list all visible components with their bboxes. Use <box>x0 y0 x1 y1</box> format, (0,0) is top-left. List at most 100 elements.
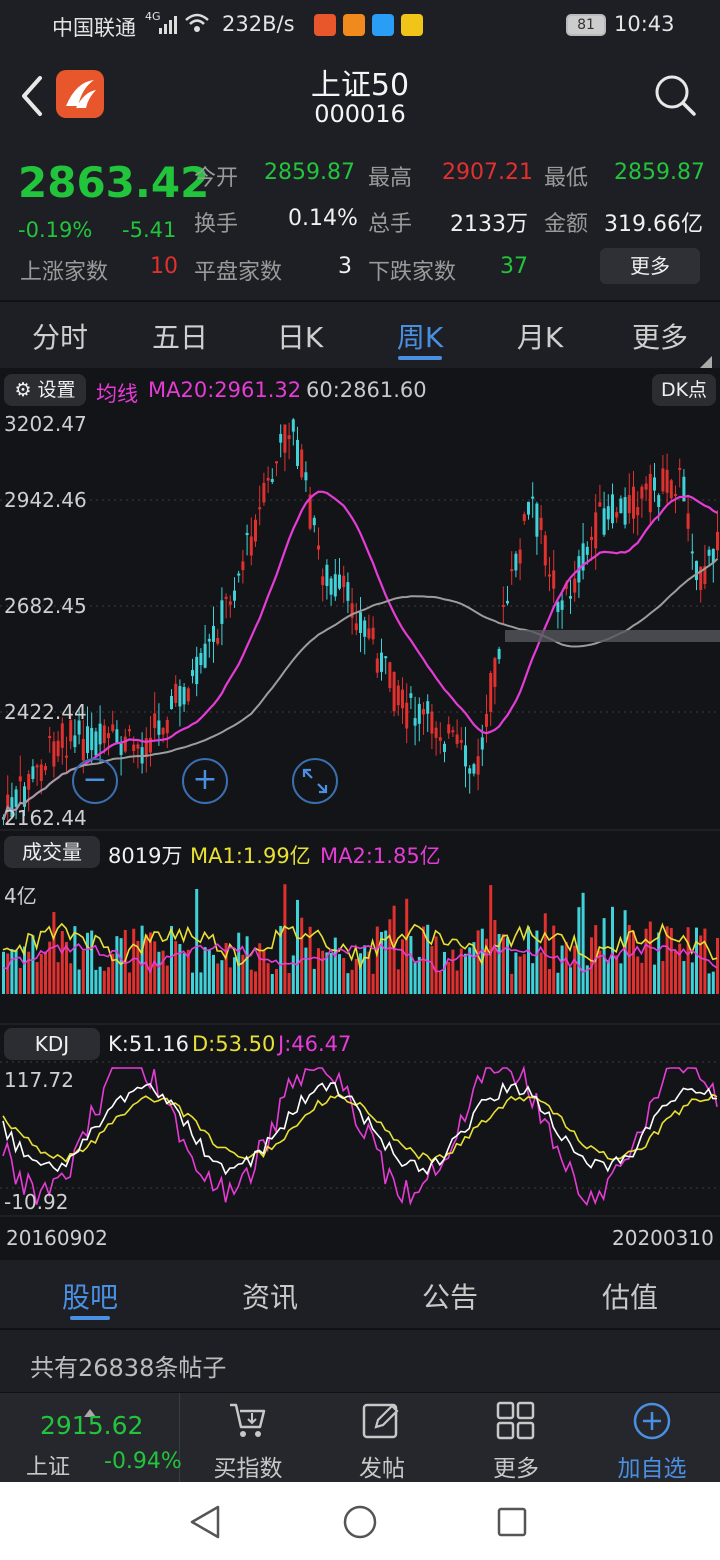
tab-weekly-k[interactable]: 周K <box>360 316 480 356</box>
candle-body <box>380 652 383 672</box>
candle-body <box>170 696 173 710</box>
candle-body <box>388 662 392 689</box>
search-icon[interactable] <box>652 72 698 118</box>
start-date: 20160902 <box>6 1226 108 1250</box>
candle-body <box>493 658 497 687</box>
volume-bar <box>107 967 110 994</box>
buy-index-button[interactable]: 买指数 <box>180 1393 316 1483</box>
candle-body <box>434 727 438 738</box>
index-name: 上证 <box>26 1455 71 1480</box>
post-button[interactable]: 发帖 <box>316 1393 448 1483</box>
volume-bar <box>640 962 644 994</box>
up-count: 10 <box>150 254 178 279</box>
volume-bar <box>426 924 430 994</box>
candle-body <box>455 734 459 744</box>
volume-bar <box>312 968 316 994</box>
posts-count-row[interactable]: 共有26838条帖子 <box>0 1330 720 1392</box>
candle-body <box>107 733 110 739</box>
tab-news[interactable]: 资讯 <box>210 1276 330 1316</box>
settings-button[interactable]: ⚙ 设置 <box>4 374 86 406</box>
candle-body <box>287 435 291 440</box>
y-axis-label: 2422.44 <box>4 700 87 724</box>
index-ticker[interactable]: 2915.62 上证 -0.94% <box>0 1393 182 1483</box>
volume-bar <box>27 951 31 994</box>
tab-monthly-k[interactable]: 月K <box>480 316 600 356</box>
candle-body <box>661 468 665 492</box>
buy-index-label: 买指数 <box>213 1456 283 1482</box>
tab-daily-k[interactable]: 日K <box>240 316 360 356</box>
volume-bar <box>690 962 694 994</box>
candle-body <box>686 513 690 529</box>
candle-body <box>585 546 589 555</box>
fullscreen-button[interactable] <box>292 758 338 804</box>
candle-body <box>569 596 572 599</box>
more-button[interactable]: 更多 <box>448 1393 584 1483</box>
volume-bar <box>77 969 81 994</box>
volume-bar <box>363 945 367 994</box>
volume-bar <box>531 963 535 994</box>
end-date: 20200310 <box>612 1226 714 1250</box>
tab-five-day[interactable]: 五日 <box>120 316 240 356</box>
volume-bar <box>560 945 564 994</box>
candle-body <box>590 536 593 541</box>
candle-body <box>304 472 308 481</box>
zoom-in-button[interactable]: + <box>182 758 228 804</box>
volume-bar <box>182 953 186 994</box>
candle-body <box>430 711 434 734</box>
candle-body <box>111 724 115 731</box>
candle-body <box>157 720 161 735</box>
nav-home-icon[interactable] <box>342 1504 378 1540</box>
candle-body <box>199 652 203 665</box>
volume-bar <box>119 938 123 994</box>
volume-bar <box>81 950 85 994</box>
volume-bar <box>636 956 640 994</box>
candle-body <box>375 658 379 673</box>
open-label: 今开 <box>194 166 239 191</box>
candle-body <box>249 536 253 556</box>
candle-body <box>338 574 341 589</box>
candle-body <box>123 736 127 752</box>
volume-bar <box>518 956 522 994</box>
volume-bar <box>52 912 56 994</box>
volume-ma2: MA2:1.85亿 <box>320 844 441 868</box>
candle-body <box>665 469 669 493</box>
candle-body <box>644 483 648 490</box>
candle-body <box>195 656 199 685</box>
volume-bar <box>203 947 207 994</box>
volume-panel-button[interactable]: 成交量 <box>4 836 100 868</box>
volume-bar <box>476 930 480 994</box>
volume-bar <box>338 954 341 994</box>
index-value: 2915.62 <box>40 1411 144 1440</box>
candle-body <box>283 424 287 453</box>
grid-icon <box>496 1401 536 1441</box>
candle-body <box>464 745 467 767</box>
volume-bar <box>329 953 333 994</box>
volume-bar <box>506 937 509 994</box>
zoom-out-button[interactable]: − <box>72 758 118 804</box>
volume-bar <box>711 971 715 994</box>
tab-valuation[interactable]: 估值 <box>570 1276 690 1316</box>
add-watchlist-button[interactable]: 加自选 <box>584 1393 720 1483</box>
volume-bar <box>262 949 266 994</box>
tab-intraday[interactable]: 分时 <box>0 316 120 356</box>
candle-body <box>606 506 610 520</box>
more-quote-button[interactable]: 更多 <box>600 248 700 284</box>
volume-bar <box>18 967 22 994</box>
down-count: 37 <box>500 254 528 279</box>
volume-bar <box>493 920 497 994</box>
kline-chart[interactable] <box>0 368 720 1260</box>
volume-bar <box>65 941 68 994</box>
volume-bar <box>606 960 610 994</box>
tab-forum[interactable]: 股吧 <box>30 1276 150 1316</box>
posts-count-text: 共有26838条帖子 <box>30 1354 227 1382</box>
dk-point-button[interactable]: DK点 <box>652 374 716 406</box>
volume-bar <box>703 928 707 994</box>
kdj-panel-button[interactable]: KDJ <box>4 1028 100 1060</box>
volume-bar <box>716 937 719 994</box>
nav-back-icon[interactable] <box>188 1504 222 1540</box>
tab-announcements[interactable]: 公告 <box>390 1276 510 1316</box>
candle-body <box>531 496 535 499</box>
nav-recents-icon[interactable] <box>496 1506 528 1538</box>
amount-label: 金额 <box>544 212 589 237</box>
down-count-label: 下跌家数 <box>368 260 457 285</box>
